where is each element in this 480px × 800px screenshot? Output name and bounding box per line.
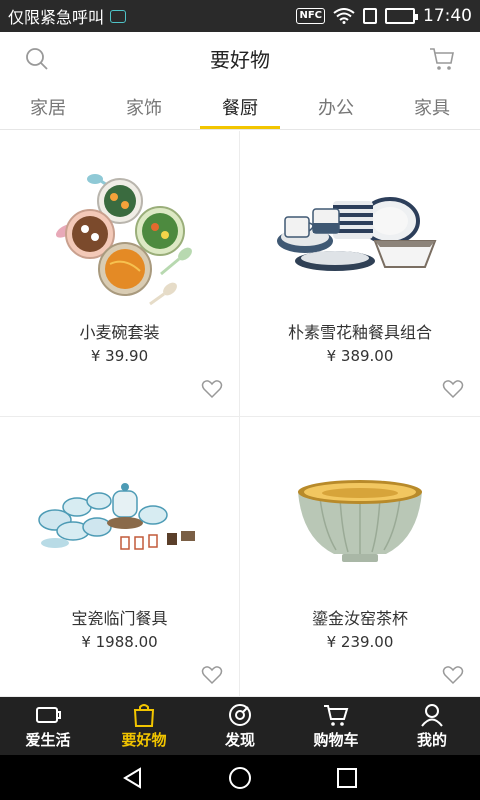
search-icon[interactable] [24,46,50,72]
bottom-nav: 爱生活 要好物 发现 购物车 我的 [0,697,480,755]
tab-furniture[interactable]: 家具 [384,84,480,129]
nav-item-discover[interactable]: 发现 [192,697,288,755]
product-image[interactable] [20,435,219,605]
tab-decor[interactable]: 家饰 [96,84,192,129]
home-icon[interactable] [227,765,253,791]
tab-home[interactable]: 家居 [0,84,96,129]
product-price: ¥ 239.00 [326,633,394,651]
product-card[interactable]: 小麦碗套装 ¥ 39.90 [0,131,240,417]
nav-label: 购物车 [313,730,359,749]
product-price: ¥ 1988.00 [81,633,158,651]
product-card[interactable]: 宝瓷临门餐具 ¥ 1988.00 [0,417,240,697]
back-icon[interactable] [120,765,146,791]
product-grid: 小麦碗套装 ¥ 39.90 朴素雪花釉餐具组合 ¥ 389.00 宝瓷临门餐具 … [0,131,480,697]
nav-item-life[interactable]: 爱生活 [0,697,96,755]
status-bar: 仅限紧急呼叫 NFC 17:40 [0,0,480,32]
heart-icon[interactable] [442,665,464,685]
tab-office[interactable]: 办公 [288,84,384,129]
nav-label: 我的 [416,730,447,749]
product-card[interactable]: 鎏金汝窑茶杯 ¥ 239.00 [240,417,480,697]
shopping-bag-icon [133,703,155,727]
phone-status-icon [363,8,377,24]
header: 要好物 [0,32,480,84]
product-card[interactable]: 朴素雪花釉餐具组合 ¥ 389.00 [240,131,480,417]
cup-icon [36,706,61,723]
nav-item-goods[interactable]: 要好物 [96,697,192,755]
heart-icon[interactable] [442,379,464,399]
product-image[interactable] [260,149,460,319]
status-time: 17:40 [423,6,472,26]
nav-item-cart[interactable]: 购物车 [288,697,384,755]
product-name: 鎏金汝窑茶杯 [311,609,408,628]
product-image[interactable] [20,149,219,319]
teacup-image [298,480,422,562]
product-name: 宝瓷临门餐具 [71,609,168,628]
battery-icon [385,8,418,24]
product-price: ¥ 39.90 [90,347,149,365]
app-screen: 仅限紧急呼叫 NFC 17:40 要好物 家居 家饰 餐厨 办公 家具 小麦碗套… [0,0,480,800]
nav-label: 爱生活 [25,730,71,749]
sim-card-icon [110,9,127,23]
user-icon [421,703,443,727]
heart-icon[interactable] [201,665,223,685]
recents-icon[interactable] [334,765,360,791]
system-nav-bar [0,755,480,800]
carrier-text: 仅限紧急呼叫 [8,8,105,27]
nfc-icon: NFC [296,8,325,24]
cart-icon [324,704,349,726]
compass-icon [229,703,251,726]
product-name: 朴素雪花釉餐具组合 [287,323,432,342]
nav-item-me[interactable]: 我的 [384,697,480,755]
porcelain-set-image [37,483,195,550]
product-name: 小麦碗套装 [79,323,160,342]
cart-icon[interactable] [428,46,456,72]
category-tabs: 家居 家饰 餐厨 办公 家具 [0,84,480,130]
nav-label: 要好物 [121,730,167,749]
page-title: 要好物 [210,47,270,72]
wifi-icon [333,8,355,24]
product-price: ¥ 389.00 [326,347,394,365]
bowl-set-image [55,174,192,306]
dinnerware-set-image [277,197,437,271]
heart-icon[interactable] [201,379,223,399]
tab-kitchen[interactable]: 餐厨 [192,84,288,129]
nav-label: 发现 [224,730,255,749]
product-image[interactable] [260,435,460,605]
